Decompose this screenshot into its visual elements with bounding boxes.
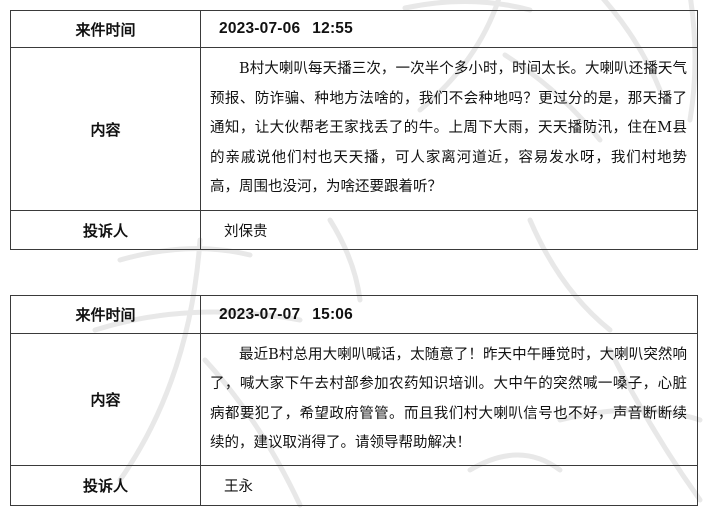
content-label: 内容 (10, 333, 201, 466)
clock-value: 15:06 (312, 305, 353, 323)
clock-value: 12:55 (312, 20, 353, 37)
time-value: 2023-07-07 15:06 (200, 295, 698, 334)
content-text: 最近B村总用大喇叭喊话，太随意了！昨天中午睡觉时，大喇叭突然响了，喊大家下午去村… (200, 333, 698, 466)
time-row: 来件时间 2023-07-06 12:55 (10, 10, 698, 48)
complainant-name: 王永 (200, 465, 698, 506)
complainant-row: 投诉人 王永 (10, 465, 698, 506)
complainant-row: 投诉人 刘保贵 (10, 210, 698, 250)
complainant-name: 刘保贵 (200, 210, 698, 250)
content-text: B村大喇叭每天播三次，一次半个多小时，时间太长。大喇叭还播天气预报、防诈骗、种地… (200, 47, 698, 211)
complaint-record-2: 来件时间 2023-07-07 15:06 内容 最近B村总用大喇叭喊话，太随意了… (10, 295, 698, 506)
time-label: 来件时间 (10, 295, 201, 334)
complainant-label: 投诉人 (10, 465, 201, 506)
complainant-label: 投诉人 (10, 210, 201, 250)
date-value: 2023-07-07 (219, 305, 301, 323)
complaint-record-1: 来件时间 2023-07-06 12:55 内容 B村大喇叭每天播三次，一次半个多… (10, 10, 698, 250)
time-value: 2023-07-06 12:55 (200, 10, 698, 48)
content-label: 内容 (10, 47, 201, 211)
content-row: 内容 最近B村总用大喇叭喊话，太随意了！昨天中午睡觉时，大喇叭突然响了，喊大家下… (10, 333, 698, 466)
date-value: 2023-07-06 (219, 20, 301, 37)
time-row: 来件时间 2023-07-07 15:06 (10, 295, 698, 334)
content-row: 内容 B村大喇叭每天播三次，一次半个多小时，时间太长。大喇叭还播天气预报、防诈骗… (10, 47, 698, 211)
time-label: 来件时间 (10, 10, 201, 48)
